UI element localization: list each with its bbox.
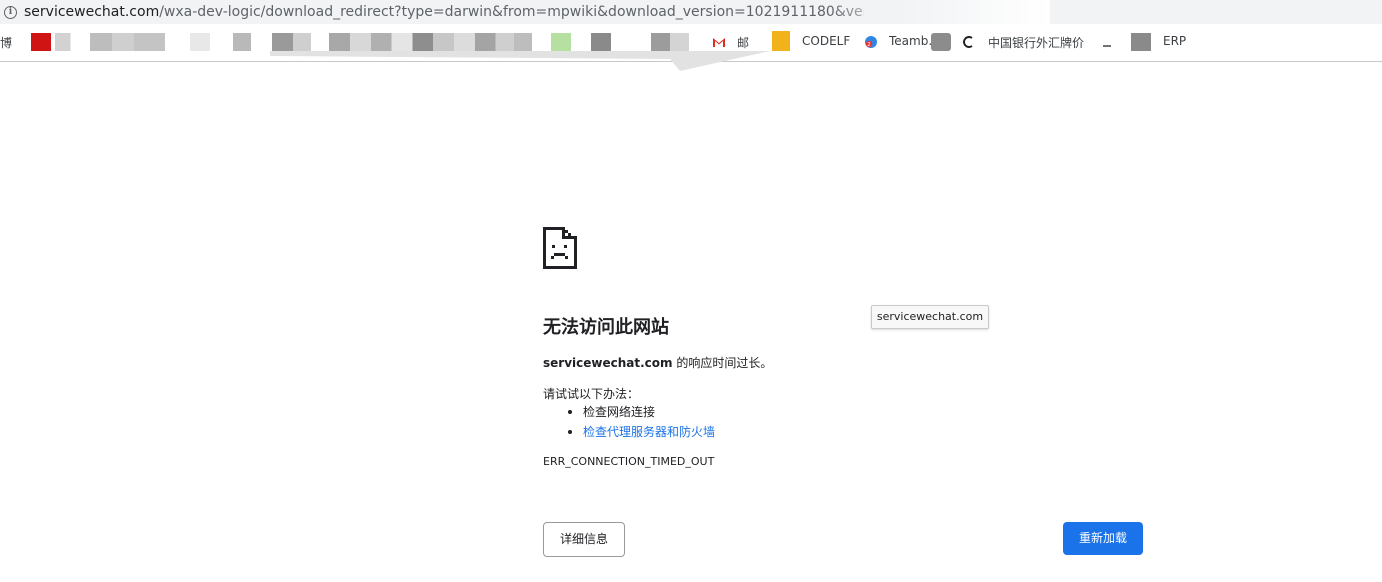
reload-button[interactable]: 重新加载 [1063, 522, 1143, 555]
url-path: /wxa-dev-logic/download_redirect?type=da… [159, 4, 864, 20]
redacted-bookmark-icon[interactable] [31, 33, 51, 51]
error-description: servicewechat.com 的响应时间过长。 [543, 354, 772, 371]
url-redaction [830, 0, 1050, 24]
redacted-bookmark[interactable] [591, 33, 611, 51]
sad-page-icon [543, 227, 577, 269]
suggestions-label: 请试试以下办法： [543, 387, 640, 401]
suggestion-check-proxy-link[interactable]: 检查代理服务器和防火墙 [566, 422, 715, 442]
redaction-smear [270, 51, 770, 71]
suggestion-check-network: 检查网络连接 [566, 402, 715, 422]
redacted-bookmark[interactable] [551, 33, 571, 51]
redacted-bookmark[interactable] [272, 33, 532, 51]
info-icon[interactable]: i [4, 5, 17, 19]
address-bar[interactable]: i servicewechat.com/wxa-dev-logic/downlo… [0, 0, 1382, 24]
page-icon[interactable] [1100, 35, 1114, 49]
bookmarks-bar: 博 邮 CODELF 2 Teamb... 中国银行外汇牌价 ERP [0, 24, 1382, 71]
redacted-bookmark[interactable] [931, 33, 951, 51]
teambition-icon[interactable]: 2 [864, 35, 878, 49]
redacted-bookmark[interactable] [190, 33, 210, 51]
redacted-bookmark[interactable] [1131, 33, 1151, 51]
error-code: ERR_CONNECTION_TIMED_OUT [543, 455, 715, 468]
error-host: servicewechat.com [543, 356, 673, 370]
suggestions-list: 检查网络连接 检查代理服务器和防火墙 [566, 402, 715, 442]
error-message: 的响应时间过长。 [672, 356, 773, 370]
error-title: 无法访问此网站 [543, 317, 669, 338]
svg-text:2: 2 [867, 42, 870, 48]
bookmark-label[interactable]: CODELF [802, 34, 850, 48]
bookmark-label[interactable]: ERP [1163, 34, 1186, 48]
url-host: servicewechat.com [24, 4, 160, 20]
host-tooltip: servicewechat.com [871, 305, 989, 329]
bookmark-label[interactable]: 中国银行外汇牌价 [988, 34, 1084, 51]
redacted-bookmark[interactable] [55, 33, 165, 51]
bookmark-label[interactable]: 邮 [737, 34, 749, 51]
redacted-bookmark[interactable] [651, 33, 689, 51]
bookmark-partial[interactable]: 博 [0, 34, 12, 51]
folder-icon[interactable] [772, 31, 790, 51]
bank-icon[interactable] [963, 35, 977, 49]
url-text[interactable]: servicewechat.com/wxa-dev-logic/download… [24, 4, 864, 20]
redacted-bookmark[interactable] [233, 33, 251, 51]
details-button[interactable]: 详细信息 [543, 522, 625, 557]
gmail-icon[interactable] [712, 35, 726, 49]
